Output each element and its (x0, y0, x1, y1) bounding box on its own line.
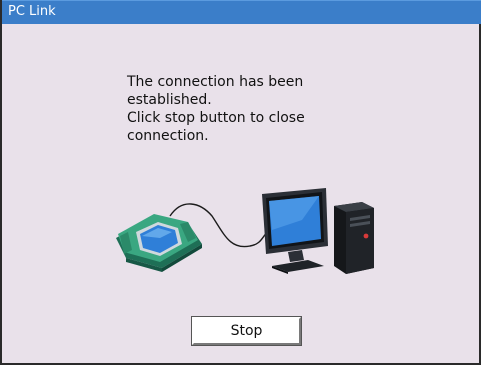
title-bar: PC Link (2, 0, 481, 24)
monitor-icon (262, 188, 328, 274)
status-message-line: The connection has been (127, 74, 304, 90)
pc-link-window: PC Link The connection has been establis… (0, 0, 481, 365)
connection-illustration (116, 188, 374, 274)
status-message: The connection has been established. Cli… (127, 73, 367, 145)
stop-button[interactable]: Stop (191, 316, 302, 346)
status-message-line: established. (127, 92, 212, 108)
diagnostic-scanner-icon (116, 214, 202, 272)
status-message-line: connection. (127, 128, 209, 144)
window-title: PC Link (8, 4, 56, 19)
status-message-line: Click stop button to close (127, 110, 305, 126)
computer-tower-icon (334, 202, 374, 274)
